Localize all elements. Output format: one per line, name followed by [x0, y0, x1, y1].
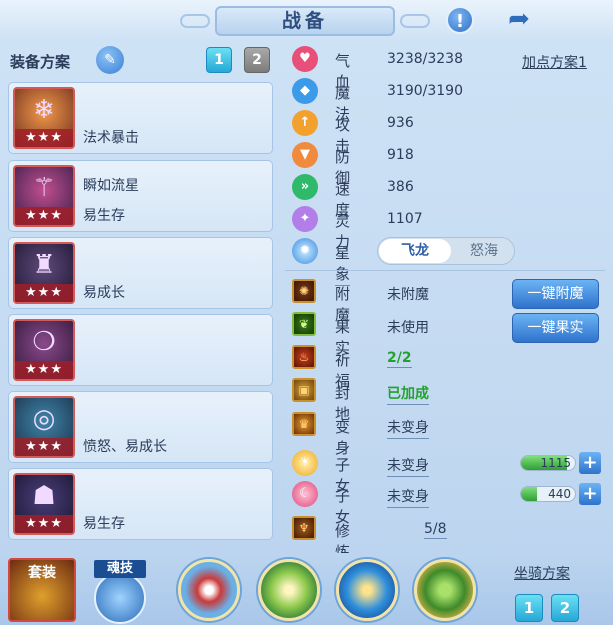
belt-icon: ◎ ★★★ [13, 396, 75, 458]
mana-icon: ◆ [292, 78, 318, 104]
territory-icon: ▣ [292, 378, 316, 402]
skill-orb-2-icon[interactable] [258, 559, 320, 621]
cultivation-icon: ♆ [292, 516, 316, 540]
soul-skill-label: 魂技 [94, 560, 146, 578]
equip-slot-4[interactable]: ❍ ★★★ [8, 314, 273, 386]
equip-plan-1-button[interactable]: 1 [206, 47, 232, 73]
equip-slot-special: 瞬如流星 [83, 178, 139, 194]
equip-slot-5[interactable]: ◎ ★★★ 愤怒、易成长 [8, 391, 273, 463]
equip-slot-trait: 易成长 [83, 285, 125, 301]
skill-orb-4-icon[interactable] [414, 559, 476, 621]
title-ornament-right [400, 14, 430, 28]
divider [285, 270, 605, 271]
skill-orb-1-icon[interactable] [178, 559, 240, 621]
equip-slot-2[interactable]: ⚚ ★★★ 瞬如流星 易生存 [8, 160, 273, 232]
stat-plan-link[interactable]: 加点方案1 [522, 52, 587, 72]
exclamation-icon[interactable]: ! [446, 6, 474, 34]
boots-icon: ☗ ★★★ [13, 473, 75, 535]
equip-slot-6[interactable]: ☗ ★★★ 易生存 [8, 468, 273, 540]
mount-plan-1-button[interactable]: 1 [515, 594, 543, 622]
title-ornament-left [180, 14, 210, 28]
armor-icon: ♜ ★★★ [13, 242, 75, 304]
spirit-icon: ✦ [292, 206, 318, 232]
blessing-icon: ♨ [292, 345, 316, 369]
child-moon-icon: ☾ [292, 481, 318, 507]
child-2-bar: 440 [520, 486, 576, 502]
equip-slot-trait: 易生存 [83, 208, 125, 224]
equip-slot-trait: 法术暴击 [83, 130, 139, 146]
set-label: 套装 [28, 565, 56, 581]
equip-plan-title: 装备方案 [10, 53, 71, 71]
enchant-all-button[interactable]: 一键附魔 [512, 279, 599, 309]
child-1-bar: 1115 [520, 455, 576, 471]
mount-plan-2-button[interactable]: 2 [551, 594, 579, 622]
skill-orb-3-icon[interactable] [336, 559, 398, 621]
page-title: 战备 [215, 6, 395, 36]
equip-slot-3[interactable]: ♜ ★★★ 易成长 [8, 237, 273, 309]
defense-icon: ▼ [292, 142, 318, 168]
ice-pop-icon: ❄ ★★★ [13, 87, 75, 149]
staff-icon: ⚚ ★★★ [13, 165, 75, 227]
equip-slot-1[interactable]: ❄ ★★★ 法术暴击 [8, 82, 273, 154]
equip-plan-2-button[interactable]: 2 [244, 47, 270, 73]
fruit-icon: ❦ [292, 312, 316, 336]
star-option-feilong[interactable]: 飞龙 [379, 239, 451, 263]
transform-icon: ♛ [292, 412, 316, 436]
soul-skill-icon [94, 572, 146, 624]
necklace-icon: ❍ ★★★ [13, 319, 75, 381]
equip-slot-trait: 愤怒、易成长 [83, 439, 167, 455]
soul-skill-button[interactable]: 魂技 [88, 560, 152, 624]
speed-icon: » [292, 174, 318, 200]
attack-icon: ↑ [292, 110, 318, 136]
mount-plan-title: 坐骑方案 [514, 566, 570, 582]
child-1-plus-button[interactable]: + [579, 452, 601, 474]
heart-icon: ♥ [292, 46, 318, 72]
edit-plan-button[interactable]: ✎ [96, 46, 124, 74]
star-sign-label[interactable]: 星象 [335, 242, 351, 286]
set-button[interactable]: 套装 [8, 558, 76, 622]
star-sign-toggle[interactable]: 飞龙 怒海 [377, 237, 515, 265]
child-sun-icon: ☀ [292, 450, 318, 476]
star-option-nuhai[interactable]: 怒海 [454, 239, 514, 263]
equip-slot-trait: 易生存 [83, 516, 125, 532]
share-icon[interactable]: ➦ [502, 5, 536, 33]
enchant-icon: ✺ [292, 279, 316, 303]
child-2-plus-button[interactable]: + [579, 483, 601, 505]
fruit-all-button[interactable]: 一键果实 [512, 313, 599, 343]
star-sign-icon: ✹ [292, 238, 318, 264]
